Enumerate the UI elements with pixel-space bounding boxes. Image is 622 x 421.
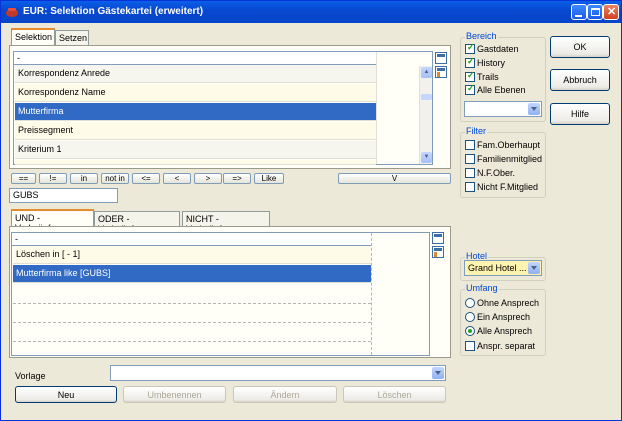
nf-ober-checkbox[interactable] <box>465 168 475 178</box>
ein-ansprech-radio[interactable] <box>465 312 475 322</box>
op-ge-button[interactable]: => <box>223 173 251 184</box>
familienmitglied-checkbox[interactable] <box>465 154 475 164</box>
tab-selektion[interactable]: Selektion <box>11 28 55 45</box>
hotel-value: Grand Hotel ... <box>468 263 527 273</box>
row-divider <box>13 322 371 323</box>
alle-ebenen-label: Alle Ebenen <box>477 85 526 95</box>
close-icon: ✕ <box>607 6 617 18</box>
tab-setzen[interactable]: Setzen <box>55 30 89 46</box>
alle-ansprech-radio[interactable] <box>465 326 475 336</box>
column-view-icon[interactable] <box>432 246 444 258</box>
close-button[interactable]: ✕ <box>603 4 619 20</box>
scroll-up-icon[interactable]: ▲ <box>421 67 432 78</box>
condition-list[interactable]: - Löschen in [ - 1] Mutterfirma like [GU… <box>11 232 430 356</box>
ohne-ansprech-label: Ohne Ansprech <box>477 298 540 308</box>
anspr-separat-checkbox[interactable] <box>465 341 475 351</box>
loeschen-button[interactable]: Löschen <box>343 386 446 403</box>
list-item[interactable]: Kriterium 1 <box>15 141 376 159</box>
op-not-equals-button[interactable]: != <box>39 173 67 184</box>
column-divider <box>371 233 372 355</box>
op-le-button[interactable]: <= <box>132 173 160 184</box>
hilfe-button[interactable]: Hilfe <box>550 103 610 125</box>
list-scrollbar[interactable]: ▲ ▼ <box>419 66 432 164</box>
tab-oder[interactable]: ODER - Verknüpfung <box>94 211 180 234</box>
minimize-button[interactable] <box>571 4 587 20</box>
column-view-icon[interactable] <box>435 66 447 78</box>
op-equals-button[interactable]: == <box>11 173 36 184</box>
abbruch-button[interactable]: Abbruch <box>550 69 610 91</box>
scroll-thumb[interactable] <box>421 94 432 100</box>
condition-header: - <box>12 233 371 246</box>
chevron-down-icon[interactable] <box>528 103 540 115</box>
gastdaten-label: Gastdaten <box>477 44 519 54</box>
row-divider <box>13 303 371 304</box>
neu-button[interactable]: Neu <box>15 386 117 403</box>
scroll-down-icon[interactable]: ▼ <box>421 152 432 163</box>
ohne-ansprech-radio[interactable] <box>465 298 475 308</box>
maximize-button[interactable] <box>587 4 603 20</box>
ok-button[interactable]: OK <box>550 36 610 58</box>
op-lt-button[interactable]: < <box>163 173 191 184</box>
familienmitglied-label: Familienmitglied <box>477 154 543 164</box>
table-view-icon[interactable] <box>435 52 447 64</box>
alle-ebenen-checkbox[interactable] <box>465 83 475 95</box>
op-like-button[interactable]: Like <box>254 173 284 184</box>
list-item[interactable]: Kriterium 2 <box>15 160 376 165</box>
list-item[interactable]: Korrespondenz Name <box>15 84 376 102</box>
hotel-select[interactable]: Grand Hotel ... <box>464 260 542 276</box>
table-view-icon[interactable] <box>432 232 444 244</box>
bereich-title: Bereich <box>465 31 498 41</box>
maximize-icon <box>591 8 600 16</box>
nf-ober-label: N.F.Ober. <box>477 168 516 178</box>
trails-label: Trails <box>477 72 499 82</box>
chevron-down-icon[interactable] <box>432 367 444 379</box>
tab-label: Selektion <box>15 32 53 42</box>
aendern-button[interactable]: Ändern <box>233 386 337 403</box>
title-bar[interactable]: EUR: Selektion Gästekartei (erweitert) ✕ <box>1 1 621 23</box>
condition-item-selected[interactable]: Mutterfirma like [GUBS] <box>13 265 371 283</box>
window-title: EUR: Selektion Gästekartei (erweitert) <box>23 6 204 17</box>
fam-oberhaupt-label: Fam.Oberhaupt <box>477 140 541 150</box>
tab-nicht[interactable]: NICHT - Verknüpfung <box>182 211 270 234</box>
v-button[interactable]: V <box>338 173 451 184</box>
vorlage-label: Vorlage <box>15 371 46 381</box>
op-gt-button[interactable]: > <box>194 173 222 184</box>
gastdaten-checkbox[interactable] <box>465 42 475 54</box>
filter-title: Filter <box>465 126 487 136</box>
list-item[interactable]: Preissegment <box>15 122 376 140</box>
nicht-fmitglied-label: Nicht F.Mitglied <box>477 182 539 192</box>
ein-ansprech-label: Ein Ansprech <box>477 312 531 322</box>
umfang-title: Umfang <box>465 283 499 293</box>
history-checkbox[interactable] <box>465 56 475 68</box>
dialog-window: EUR: Selektion Gästekartei (erweitert) ✕… <box>0 0 622 421</box>
app-icon <box>6 8 18 17</box>
tab-label: Setzen <box>59 33 88 43</box>
alle-ansprech-label: Alle Ansprech <box>477 326 533 336</box>
op-in-button[interactable]: in <box>70 173 98 184</box>
bereich-select[interactable] <box>464 101 542 117</box>
history-label: History <box>477 58 506 68</box>
list-item-selected[interactable]: Mutterfirma <box>15 103 376 121</box>
anspr-separat-label: Anspr. separat <box>477 341 536 351</box>
list-side-area <box>376 52 420 164</box>
field-list[interactable]: - Korrespondenz Anrede Korrespondenz Nam… <box>13 51 433 165</box>
trails-checkbox[interactable] <box>465 70 475 82</box>
tab-und[interactable]: UND - Verknüpfung <box>11 209 94 233</box>
minimize-icon <box>575 15 582 17</box>
list-header: - <box>14 52 376 65</box>
op-not-in-button[interactable]: not in <box>101 173 129 184</box>
list-item[interactable]: Korrespondenz Anrede <box>15 65 376 83</box>
chevron-down-icon[interactable] <box>528 262 540 274</box>
value-input[interactable]: GUBS <box>9 188 118 203</box>
condition-item[interactable]: Löschen in [ - 1] <box>13 246 371 264</box>
nicht-fmitglied-checkbox[interactable] <box>465 182 475 192</box>
vorlage-select[interactable] <box>110 365 446 381</box>
row-divider <box>13 341 371 342</box>
fam-oberhaupt-checkbox[interactable] <box>465 140 475 150</box>
umbenennen-button[interactable]: Umbenennen <box>123 386 226 403</box>
